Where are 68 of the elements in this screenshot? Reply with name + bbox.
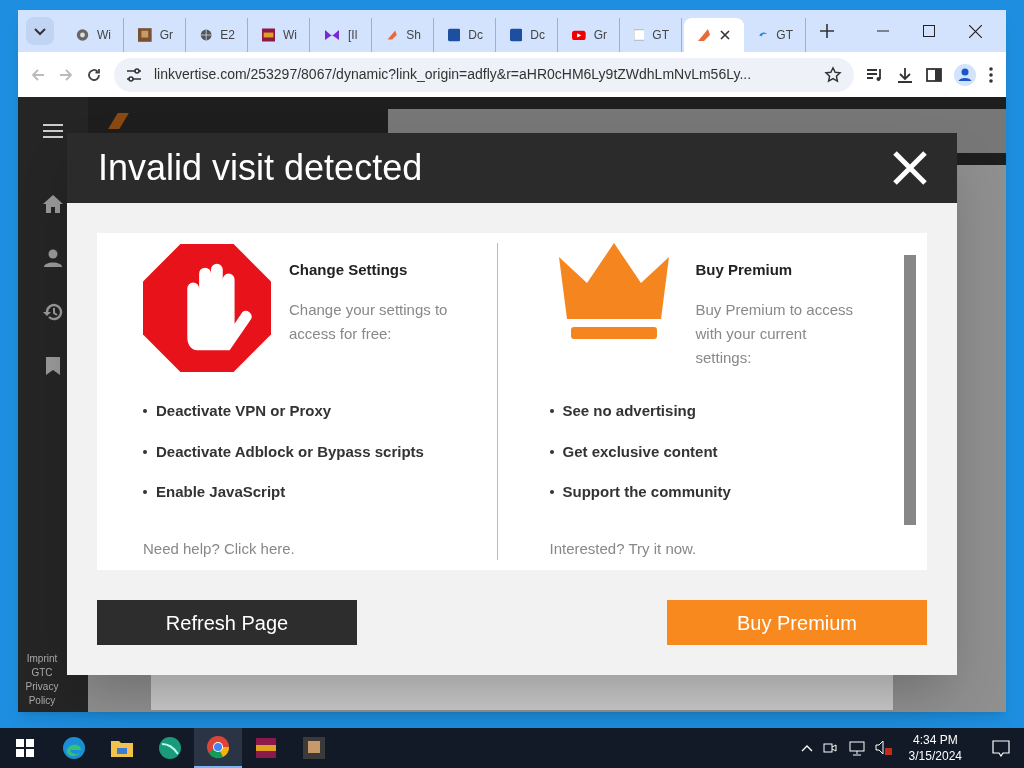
bullet-item: Deactivate Adblock or Bypass scripts <box>156 441 424 462</box>
site-favicon-icon <box>200 27 213 43</box>
url-text: linkvertise.com/253297/8067/dynamic?link_origin=adfly&r=aHR0cHM6Ly9tZWdhLmNvLm56Ly... <box>154 65 753 84</box>
site-favicon-icon <box>448 27 461 43</box>
bullet-item: Enable JavaScript <box>156 482 286 502</box>
close-icon[interactable] <box>969 24 982 38</box>
bullet-dot-icon <box>143 409 147 414</box>
profile-icon[interactable] <box>954 63 976 86</box>
bullet-dot-icon <box>143 449 147 454</box>
menu-icon[interactable] <box>43 123 63 139</box>
menu-icon[interactable] <box>988 65 994 84</box>
footer-link[interactable]: GTC <box>19 666 65 680</box>
bullet-dot-icon <box>549 490 554 495</box>
site-favicon-icon <box>324 27 340 43</box>
stop-hand-icon <box>143 243 271 373</box>
option-description: Change your settings to access for free: <box>289 299 449 344</box>
bullet-item: Deactivate VPN or Proxy <box>156 401 332 421</box>
site-favicon-icon <box>262 27 275 43</box>
sphere-icon <box>158 736 182 760</box>
close-tab-icon[interactable] <box>720 30 730 40</box>
bullet-dot-icon <box>143 490 147 495</box>
option-heading: Change Settings <box>289 260 409 280</box>
side-panel-icon[interactable] <box>926 66 942 83</box>
help-text[interactable]: Need help? Click here. <box>143 537 481 560</box>
site-favicon-icon <box>634 27 645 43</box>
network-icon[interactable] <box>846 740 865 756</box>
footer-link[interactable]: Imprint <box>19 652 65 666</box>
bullet-dot-icon <box>549 449 554 454</box>
avatar-icon <box>302 736 326 760</box>
browser-icon <box>62 736 86 760</box>
tab-search-icon[interactable] <box>26 17 54 45</box>
footer-link[interactable]: Privacy Policy <box>19 680 65 708</box>
site-favicon-icon <box>76 27 89 43</box>
site-settings-icon <box>126 67 142 82</box>
bullet-dot-icon <box>549 409 554 414</box>
windows-start-icon[interactable] <box>16 739 34 757</box>
bullet-item: Get exclusive content <box>562 441 718 462</box>
download-icon[interactable] <box>896 65 914 84</box>
camera-icon[interactable] <box>822 740 837 756</box>
bookmark-star-icon[interactable] <box>824 65 842 84</box>
refresh-button[interactable]: Refresh Page <box>97 600 357 645</box>
bookmark-icon[interactable] <box>46 357 60 375</box>
history-icon[interactable] <box>43 303 63 321</box>
home-icon[interactable] <box>43 195 63 213</box>
bullet-item: See no advertising <box>562 401 696 421</box>
option-description: Buy Premium to access with your current settings: <box>695 299 855 368</box>
browser-icon <box>206 735 230 759</box>
site-favicon-icon <box>138 27 152 43</box>
new-tab-icon[interactable] <box>820 24 834 38</box>
volume-muted-icon[interactable] <box>874 740 893 756</box>
help-text[interactable]: Interested? Try it now. <box>549 537 887 560</box>
chevron-up-icon[interactable] <box>800 744 813 752</box>
option-heading: Buy Premium <box>695 260 794 280</box>
user-icon[interactable] <box>44 249 62 267</box>
site-favicon-icon <box>510 27 523 43</box>
maximize-icon[interactable] <box>923 25 935 37</box>
site-favicon-icon <box>696 27 712 43</box>
modal-title: Invalid visit detected <box>98 146 423 190</box>
clock-time[interactable]: 4:34 PM <box>912 732 958 748</box>
archive-icon <box>254 736 278 760</box>
notifications-icon[interactable] <box>992 739 1010 757</box>
taskbar-app[interactable] <box>194 728 242 768</box>
address-bar[interactable]: linkvertise.com/253297/8067/dynamic?link_origin=adfly&r=aHR0cHM6Ly9tZWdhLmNvLm56Ly... <box>114 57 854 92</box>
reload-icon[interactable] <box>86 66 102 83</box>
logo-icon <box>108 113 129 129</box>
clock-date[interactable]: 3/15/2024 <box>908 748 962 764</box>
media-icon[interactable] <box>866 66 884 83</box>
bullet-item: Support the community <box>562 482 731 502</box>
